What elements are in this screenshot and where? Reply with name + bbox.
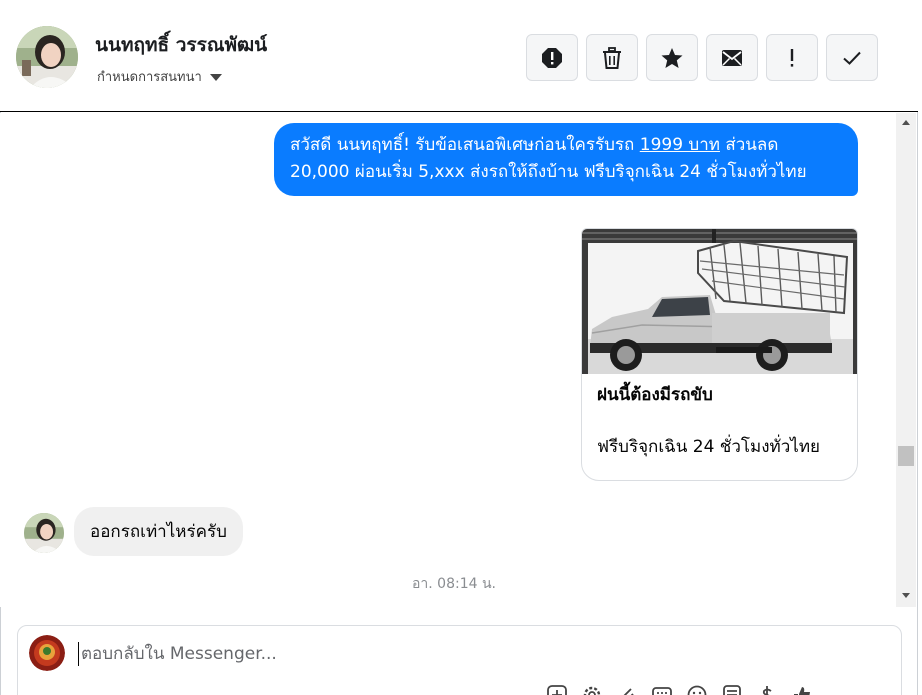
message-timestamp: อา. 08:14 น. — [412, 576, 496, 592]
envelope-icon — [722, 49, 742, 66]
contact-name[interactable]: นนทฤทธิ์ วรรณพัฒน์ — [95, 30, 267, 60]
note-icon — [723, 685, 741, 695]
reply-composer — [17, 625, 902, 695]
note-button[interactable] — [721, 684, 743, 695]
emoji-button[interactable] — [686, 684, 708, 695]
header-actions — [526, 34, 878, 81]
message-thread: สวัสดี นนทฤทธิ์! รับข้อเสนอพิเศษก่อนใครร… — [0, 113, 896, 607]
check-icon — [843, 51, 861, 65]
like-icon — [794, 687, 810, 695]
pickup-truck-image — [582, 229, 857, 374]
reply-input[interactable] — [78, 642, 858, 666]
settings-button[interactable] — [581, 684, 603, 695]
saved-reply-button[interactable] — [651, 684, 673, 695]
follow-up-button[interactable] — [766, 34, 818, 81]
conversation-header: นนทฤทธิ์ วรรณพัฒน์ กำหนดการสนทนา — [0, 0, 918, 112]
mark-unread-button[interactable] — [706, 34, 758, 81]
scroll-up-arrow-icon[interactable] — [902, 120, 910, 125]
contact-avatar-small — [24, 513, 64, 553]
star-button[interactable] — [646, 34, 698, 81]
assign-conversation-dropdown[interactable]: กำหนดการสนทนา — [97, 66, 222, 87]
outgoing-message[interactable]: สวัสดี นนทฤทธิ์! รับข้อเสนอพิเศษก่อนใครร… — [274, 123, 858, 196]
caret-down-icon — [209, 74, 222, 81]
thread-scrollbar[interactable] — [896, 113, 916, 607]
scrollbar-thumb[interactable] — [898, 446, 914, 466]
alert-circle-icon — [542, 47, 562, 68]
composer-toolbar — [546, 684, 813, 695]
card-title: ฝนนี้ต้องมีรถขับ — [597, 385, 713, 405]
assign-label: กำหนดการสนทนา — [97, 70, 202, 85]
attach-button[interactable] — [616, 684, 638, 695]
saved-reply-icon — [652, 687, 672, 695]
price-link[interactable]: 1999 บาท — [640, 135, 720, 155]
add-button[interactable] — [546, 684, 568, 695]
exclamation-icon — [790, 48, 794, 67]
promo-card[interactable]: ฝนนี้ต้องมีรถขับ ฟรีบริจุกเฉิน 24 ชั่วโม… — [581, 228, 858, 481]
page-avatar — [29, 635, 65, 671]
mark-done-button[interactable] — [826, 34, 878, 81]
dollar-icon — [762, 686, 772, 695]
mark-spam-button[interactable] — [526, 34, 578, 81]
like-button[interactable] — [791, 684, 813, 695]
scroll-down-arrow-icon[interactable] — [902, 593, 910, 598]
attach-icon — [623, 688, 634, 695]
delete-button[interactable] — [586, 34, 638, 81]
message-text: สวัสดี นนทฤทธิ์! รับข้อเสนอพิเศษก่อนใครร… — [290, 135, 640, 155]
card-subtitle: ฟรีบริจุกเฉิน 24 ชั่วโมงทั่วไทย — [597, 437, 820, 457]
contact-avatar[interactable] — [16, 26, 78, 88]
star-icon — [661, 47, 683, 68]
emoji-icon — [687, 685, 707, 695]
add-icon — [547, 685, 567, 695]
payment-button[interactable] — [756, 684, 778, 695]
settings-icon — [583, 686, 601, 695]
incoming-message[interactable]: ออกรถเท่าไหร่ครับ — [74, 507, 243, 556]
trash-icon — [603, 46, 621, 69]
